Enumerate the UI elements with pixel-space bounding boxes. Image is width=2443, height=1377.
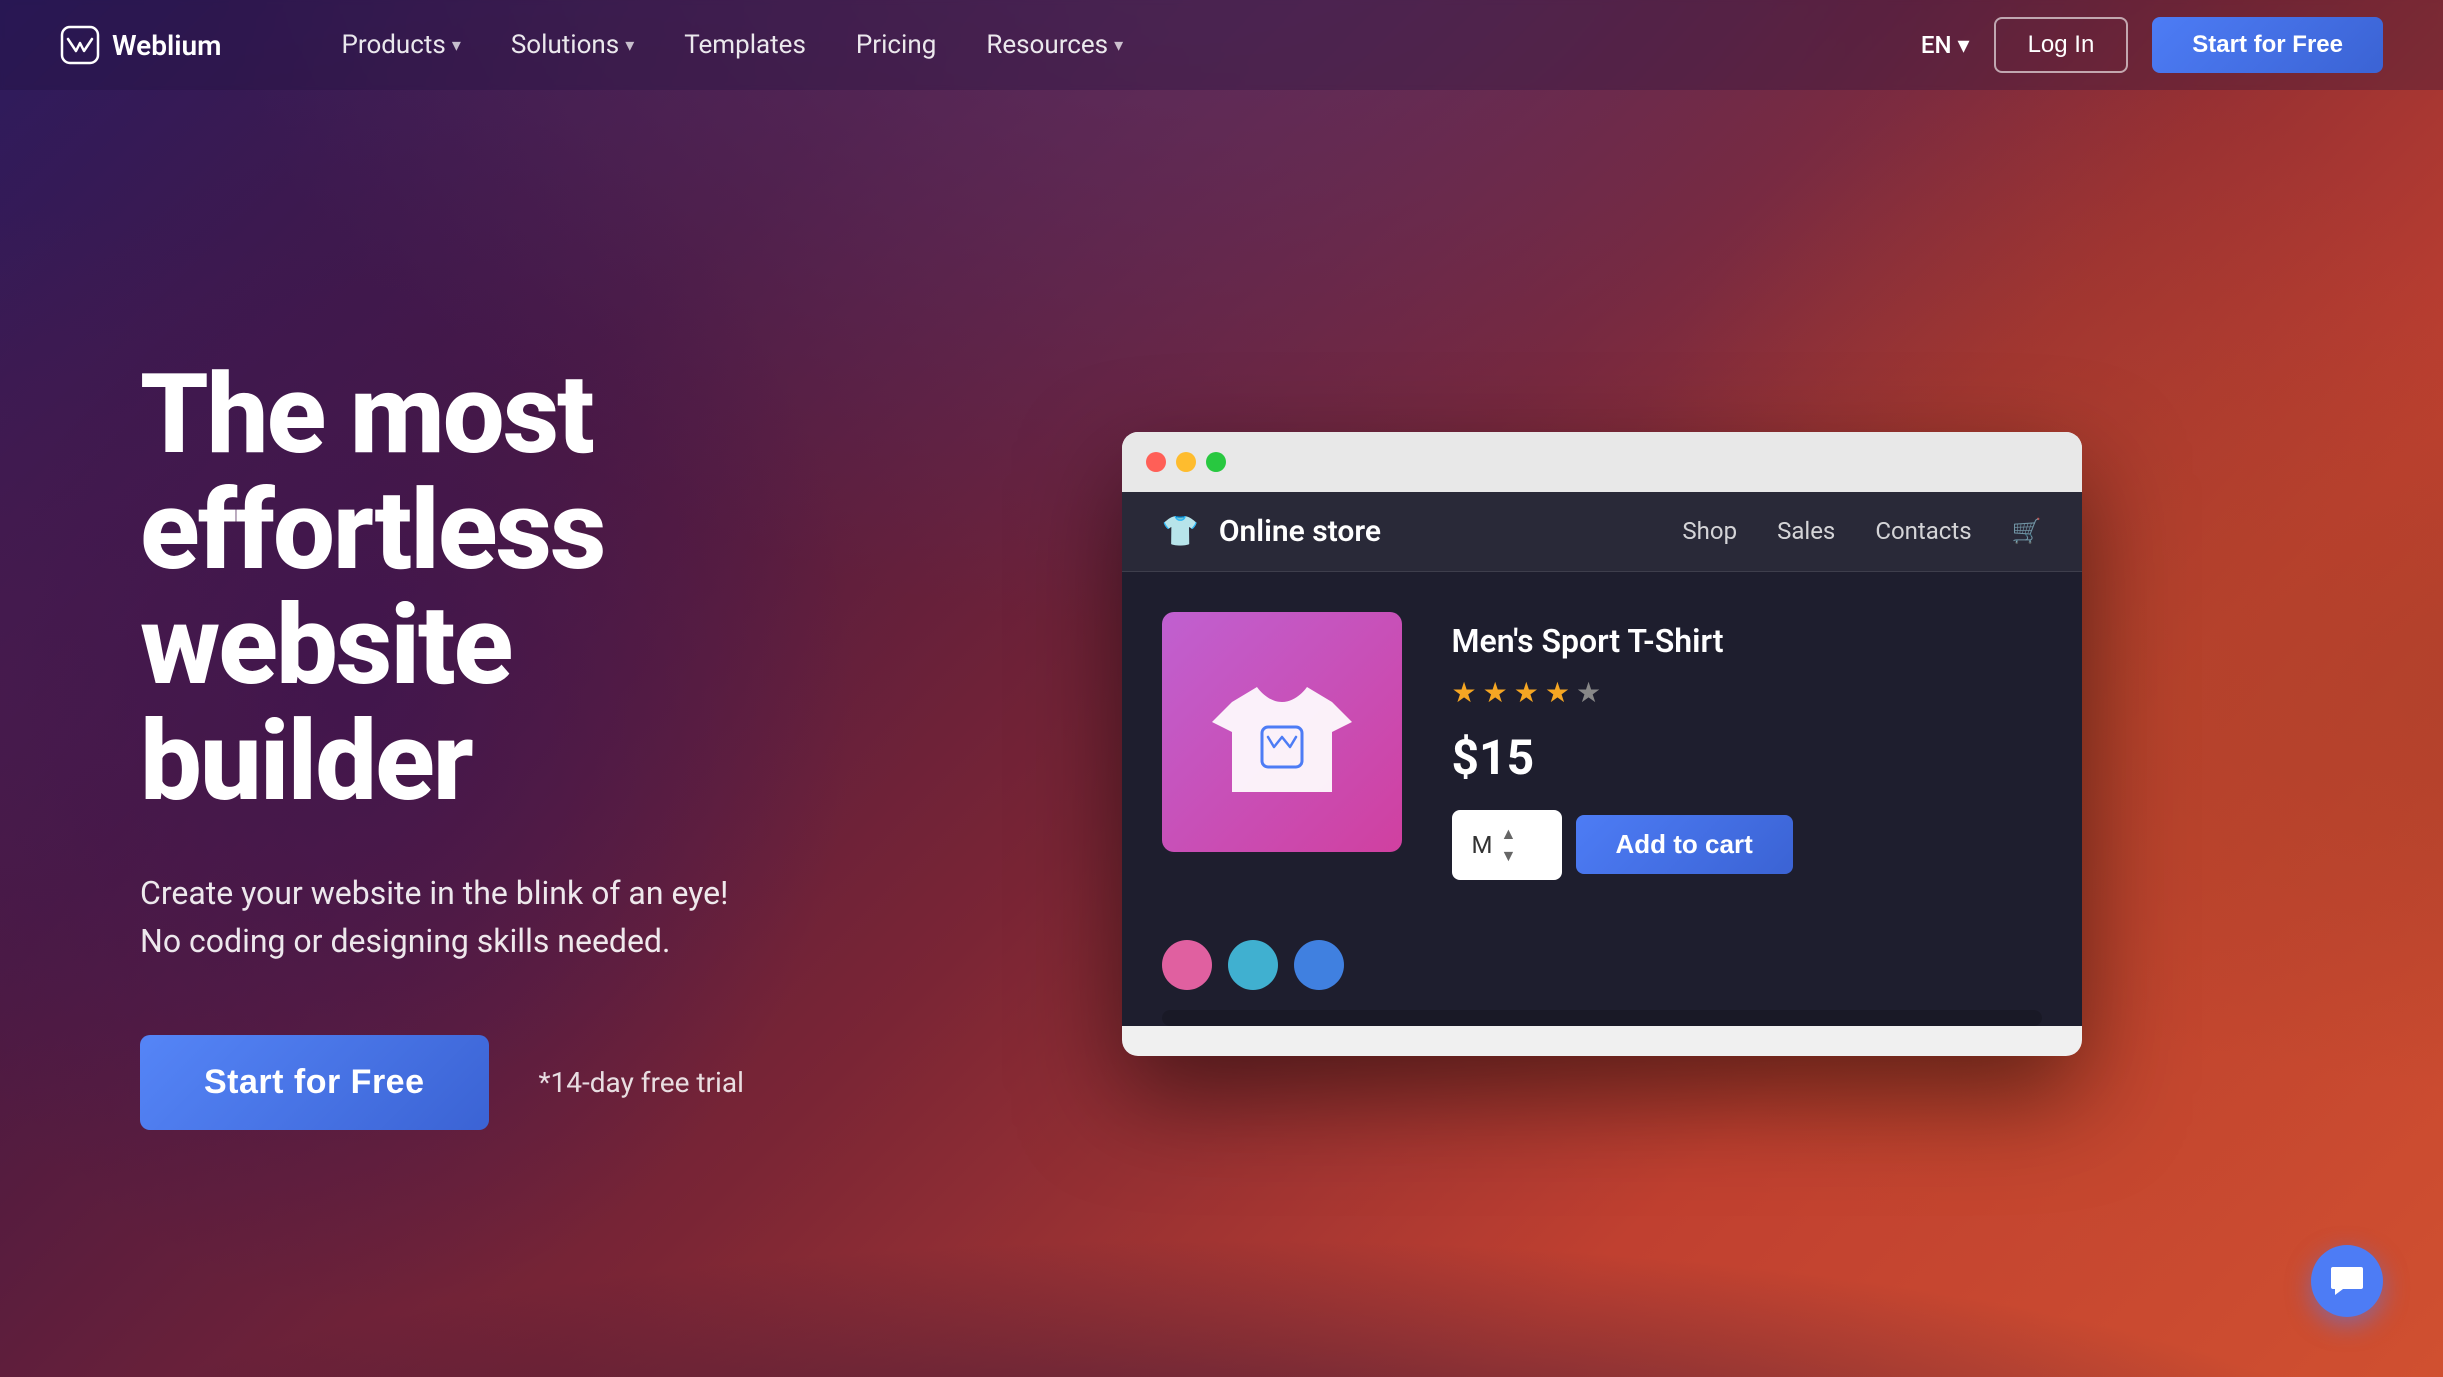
chat-bubble-button[interactable] [2311,1245,2383,1317]
star-3: ★ [1514,676,1539,709]
navbar: Weblium Products ▾ Solutions ▾ Templates… [0,0,2443,90]
product-name: Men's Sport T-Shirt [1452,622,2042,660]
hero-section: The most effortless website builder Crea… [0,90,2443,1377]
size-arrows: ▲ ▼ [1500,824,1516,866]
store-nav-contacts[interactable]: Contacts [1875,517,1971,545]
chat-icon [2329,1263,2365,1299]
chevron-down-icon: ▾ [1114,35,1123,56]
trial-text: *14-day free trial [539,1066,744,1099]
star-4: ★ [1545,676,1570,709]
browser-mockup: 👕 Online store Shop Sales Contacts 🛒 [1122,432,2082,1056]
store-nav-sales[interactable]: Sales [1777,517,1835,545]
product-image [1162,612,1402,852]
size-selector[interactable]: M ▲ ▼ [1452,810,1562,880]
chevron-down-icon: ▾ [1958,31,1970,59]
product-price: $15 [1452,729,2042,786]
color-swatch-pink[interactable] [1162,940,1212,990]
browser-titlebar [1122,432,2082,492]
store-title: Online store [1219,514,1381,549]
browser-dot-minimize [1176,452,1196,472]
logo-icon [60,25,100,65]
color-swatch-blue[interactable] [1294,940,1344,990]
chevron-down-icon: ▾ [625,35,634,56]
hero-actions: Start for Free *14-day free trial [140,1035,820,1130]
nav-products[interactable]: Products ▾ [341,30,460,60]
nav-right: EN ▾ Log In Start for Free [1921,17,2383,73]
hero-left: The most effortless website builder Crea… [140,357,820,1130]
nav-resources[interactable]: Resources ▾ [986,30,1123,60]
product-rating: ★ ★ ★ ★ ★ [1452,676,2042,709]
chevron-down-icon: ▾ [452,35,461,56]
tshirt-svg [1202,652,1362,812]
browser-dot-maximize [1206,452,1226,472]
add-to-cart-button[interactable]: Add to cart [1576,815,1793,874]
hero-title: The most effortless website builder [140,357,820,819]
product-info: Men's Sport T-Shirt ★ ★ ★ ★ ★ $15 M [1452,612,2042,880]
star-1: ★ [1452,676,1477,709]
nav-solutions[interactable]: Solutions ▾ [511,30,634,60]
nav-pricing[interactable]: Pricing [856,30,936,60]
add-to-cart-row: M ▲ ▼ Add to cart [1452,810,2042,880]
star-5: ★ [1576,676,1601,709]
nav-templates[interactable]: Templates [684,30,806,60]
size-value: M [1472,831,1493,859]
store-footer-bar [1162,1010,2042,1026]
start-free-hero-button[interactable]: Start for Free [140,1035,489,1130]
start-free-nav-button[interactable]: Start for Free [2152,17,2383,73]
browser-content: 👕 Online store Shop Sales Contacts 🛒 [1122,492,2082,1026]
store-nav-shop[interactable]: Shop [1682,517,1737,545]
cart-icon[interactable]: 🛒 [2012,517,2042,545]
browser-dot-close [1146,452,1166,472]
star-2: ★ [1483,676,1508,709]
store-navbar: 👕 Online store Shop Sales Contacts 🛒 [1122,492,2082,572]
store-product: Men's Sport T-Shirt ★ ★ ★ ★ ★ $15 M [1122,572,2082,920]
login-button[interactable]: Log In [1994,17,2129,73]
store-nav-links: Shop Sales Contacts 🛒 [1682,517,2041,545]
logo-text: Weblium [112,29,221,62]
color-swatch-teal[interactable] [1228,940,1278,990]
logo-link[interactable]: Weblium [60,25,221,65]
nav-links: Products ▾ Solutions ▾ Templates Pricing… [341,30,1123,60]
hero-right: 👕 Online store Shop Sales Contacts 🛒 [900,432,2303,1056]
store-icon: 👕 [1162,514,1199,549]
hero-subtitle: Create your website in the blink of an e… [140,869,820,965]
language-selector[interactable]: EN ▾ [1921,31,1970,59]
color-swatches [1122,920,2082,1010]
